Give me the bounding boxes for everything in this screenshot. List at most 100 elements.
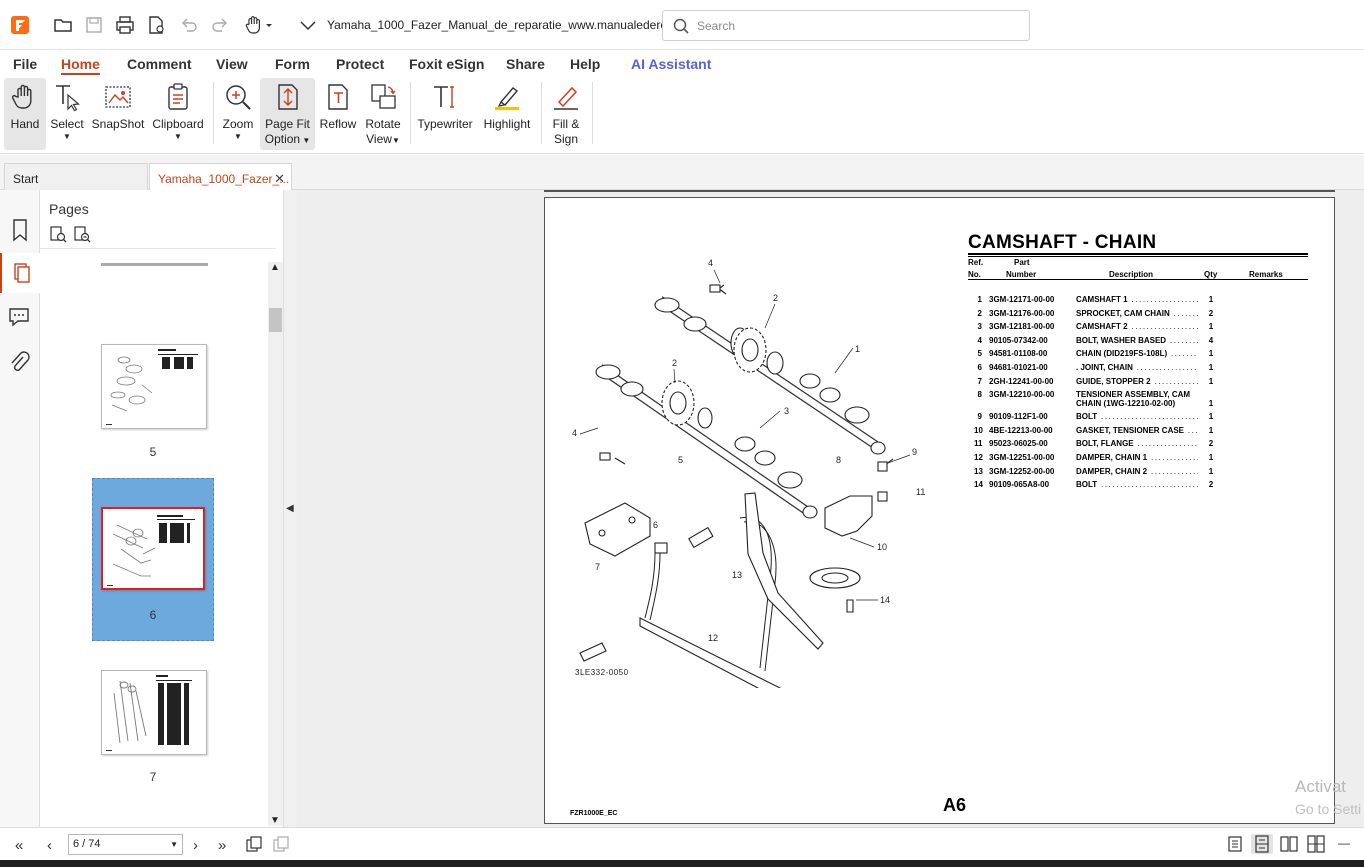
- last-page-icon[interactable]: »: [218, 837, 226, 854]
- menu-form[interactable]: Form: [275, 56, 310, 72]
- typewriter-button[interactable]: Typewriter: [416, 78, 474, 150]
- page-thumbnail[interactable]: [101, 670, 207, 755]
- next-view-icon[interactable]: [272, 835, 290, 853]
- parts-table-row: 13 3GM-12252-00-00 DAMPER, CHAIN 2 .......…: [968, 467, 1308, 480]
- redo-icon[interactable]: [209, 14, 231, 36]
- panel-collapse-bar[interactable]: ◀: [284, 190, 297, 827]
- bookmark-icon: [13, 219, 27, 242]
- pdf-page[interactable]: 421 234 567 8 9 11 10 13 14 12 3LE332-0050 C…: [544, 197, 1335, 824]
- bookmarks-button[interactable]: [0, 210, 40, 250]
- fill-sign-button[interactable]: Fill & Sign: [546, 78, 586, 150]
- page-options-icon[interactable]: [49, 225, 67, 243]
- page-number-label: 7: [149, 770, 157, 784]
- page-number-input[interactable]: [73, 838, 163, 850]
- menu-ai-assistant[interactable]: AI Assistant: [631, 56, 711, 72]
- menu-view[interactable]: View: [216, 56, 248, 72]
- paperclip-icon: [11, 351, 30, 371]
- print-icon[interactable]: [114, 14, 136, 36]
- menu-protect[interactable]: Protect: [336, 56, 384, 72]
- page-number-field[interactable]: ▼: [68, 834, 183, 855]
- create-pdf-icon[interactable]: [145, 14, 167, 36]
- save-icon[interactable]: [83, 14, 105, 36]
- facing-view-icon[interactable]: [1278, 834, 1300, 854]
- part-description: TENSIONER ASSEMBLY, CAM: [1076, 390, 1198, 399]
- ribbon-separator: [592, 82, 593, 144]
- tab-start[interactable]: Start: [4, 163, 148, 190]
- snapshot-button[interactable]: SnapShot: [91, 78, 145, 150]
- zoom-dropdown-icon[interactable]: ▼: [219, 132, 257, 141]
- scrollbar-thumb[interactable]: [269, 308, 282, 332]
- scroll-down-arrow-icon[interactable]: ▼: [270, 815, 280, 826]
- hand-tool-dropdown-icon[interactable]: [242, 14, 276, 36]
- status-more-icon[interactable]: —: [1338, 836, 1350, 850]
- clipboard-button[interactable]: Clipboard ▼: [150, 78, 206, 150]
- svg-text:3: 3: [784, 406, 789, 416]
- parts-table-row: 9 90109-112F1-00 BOLT ....................…: [968, 412, 1308, 425]
- part-ref: 5: [977, 349, 982, 359]
- svg-text:5: 5: [678, 455, 683, 465]
- part-description: GUIDE, STOPPER 2 .......................…: [1076, 376, 1198, 386]
- column-header-description: Description: [1109, 270, 1154, 279]
- part-description: CHAIN (DID219FS-108L) ..................…: [1076, 349, 1198, 359]
- rotate-view-button[interactable]: Rotate View▼: [362, 78, 404, 150]
- clipboard-icon: [163, 82, 193, 112]
- foxit-logo-icon[interactable]: [10, 15, 30, 35]
- previous-page-thumbnail-edge[interactable]: [101, 263, 208, 266]
- continuous-facing-view-icon[interactable]: [1305, 834, 1327, 854]
- hand-icon: [10, 82, 40, 112]
- attachments-button[interactable]: [0, 344, 40, 384]
- clipboard-dropdown-icon[interactable]: ▼: [150, 132, 206, 141]
- comments-button[interactable]: [0, 297, 40, 337]
- search-input[interactable]: [697, 17, 1017, 35]
- pages-panel-button[interactable]: [0, 253, 40, 293]
- menu-bar: File Home Comment View Form Protect Foxi…: [0, 52, 1364, 76]
- svg-text:2: 2: [773, 293, 778, 303]
- search-box[interactable]: [662, 10, 1030, 41]
- menu-foxit-esign[interactable]: Foxit eSign: [409, 56, 484, 72]
- menu-help[interactable]: Help: [570, 56, 600, 72]
- select-button[interactable]: Select ▼: [48, 78, 86, 150]
- part-qty: 1: [1208, 322, 1214, 332]
- side-rail: [0, 190, 40, 827]
- page-dropdown-icon[interactable]: ▼: [170, 840, 178, 849]
- part-ref: 7: [977, 376, 982, 386]
- next-page-icon[interactable]: ›: [193, 837, 198, 854]
- header-rule: [968, 279, 1308, 280]
- menu-home[interactable]: Home: [61, 56, 100, 75]
- page-fit-icon: [273, 82, 303, 112]
- quick-access-dropdown-icon[interactable]: [297, 14, 319, 36]
- part-number: 2GH-12241-00-00: [989, 376, 1054, 386]
- reflow-button[interactable]: Reflow: [318, 78, 358, 150]
- tab-document[interactable]: Yamaha_1000_Fazer_... ✕: [149, 163, 292, 190]
- open-folder-icon[interactable]: [52, 14, 74, 36]
- undo-icon[interactable]: [178, 14, 200, 36]
- page-thumbnail-selected[interactable]: [101, 507, 205, 590]
- select-dropdown-icon[interactable]: ▼: [48, 132, 86, 141]
- page-fit-option-button[interactable]: Page Fit Option ▼: [260, 78, 315, 150]
- page-heading: CAMSHAFT - CHAIN: [968, 232, 1157, 253]
- part-ref: 11: [974, 439, 983, 449]
- menu-comment[interactable]: Comment: [127, 56, 192, 72]
- part-description: BOLT, FLANGE ...........................…: [1076, 439, 1198, 449]
- hand-button[interactable]: Hand: [4, 78, 46, 150]
- single-page-view-icon[interactable]: [1224, 834, 1246, 854]
- svg-text:2: 2: [672, 358, 677, 368]
- page-thumbnail-zoom-icon[interactable]: [73, 225, 91, 243]
- zoom-button[interactable]: Zoom ▼: [219, 78, 257, 150]
- previous-view-icon[interactable]: [245, 835, 263, 853]
- page-number-label: 6: [149, 608, 157, 622]
- close-tab-icon[interactable]: ✕: [274, 171, 285, 187]
- first-page-icon[interactable]: «: [15, 837, 23, 854]
- menu-file[interactable]: File: [13, 56, 37, 72]
- previous-page-icon[interactable]: ‹: [47, 837, 52, 854]
- pages-scrollbar[interactable]: ▲ ▼: [268, 262, 283, 826]
- scroll-up-arrow-icon[interactable]: ▲: [270, 262, 280, 273]
- collapse-panel-arrow-icon[interactable]: ◀: [286, 503, 294, 514]
- page-thumbnail[interactable]: [101, 344, 207, 429]
- highlight-button[interactable]: Highlight: [479, 78, 535, 150]
- part-qty: 4: [1208, 335, 1214, 345]
- ribbon-toolbar: Hand Select ▼ SnapShot Clipboard ▼ Zoom …: [0, 76, 1364, 154]
- continuous-view-icon[interactable]: [1251, 834, 1273, 854]
- document-viewer[interactable]: 421 234 567 8 9 11 10 13 14 12 3LE332-0050 C…: [297, 190, 1364, 827]
- menu-share[interactable]: Share: [506, 56, 545, 72]
